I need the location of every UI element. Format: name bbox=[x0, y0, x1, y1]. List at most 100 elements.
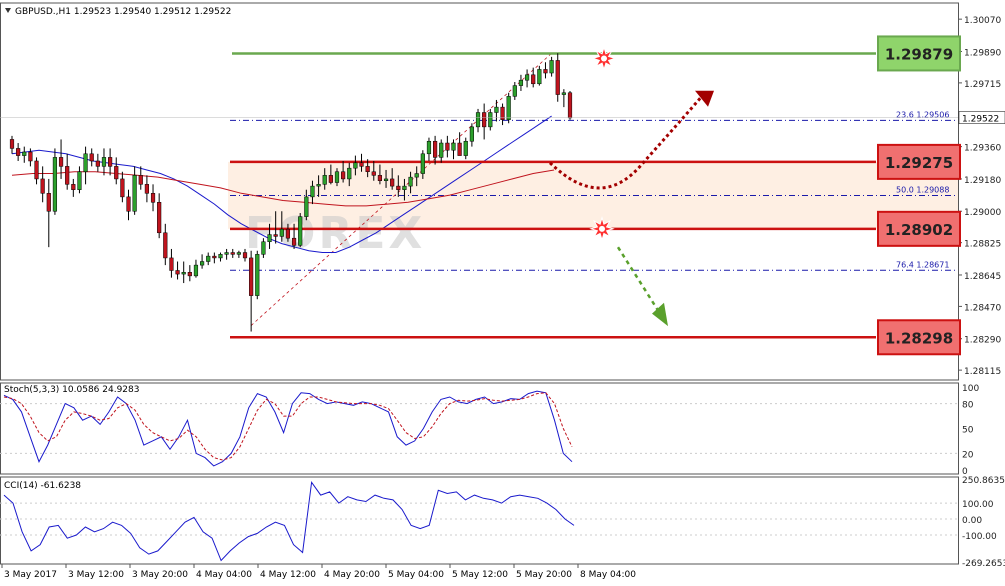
key-level-label: 1.28298 bbox=[885, 329, 953, 347]
stoch-title: Stoch(5,3,3) 10.0586 24.9283 bbox=[4, 385, 139, 395]
candle-body bbox=[199, 261, 205, 266]
cci-y-tick-label: 250.8635 bbox=[962, 476, 1005, 486]
x-tick-label: 4 May 20:00 bbox=[324, 570, 380, 580]
fib-level-label: 76.4 1.28671 bbox=[896, 260, 949, 269]
candle-body bbox=[249, 257, 254, 296]
candle-body bbox=[236, 252, 241, 255]
candle-body bbox=[181, 272, 186, 275]
candle-body bbox=[353, 162, 358, 169]
candle-body bbox=[494, 106, 499, 113]
candle-body bbox=[242, 252, 248, 259]
candle-body bbox=[365, 166, 370, 173]
resistance-hit-burst-core bbox=[601, 55, 607, 62]
x-tick-label: 3 May 20:00 bbox=[132, 570, 188, 580]
y-tick-label: 1.28115 bbox=[964, 367, 1001, 377]
candle-body bbox=[500, 106, 505, 120]
candle-body bbox=[279, 228, 284, 237]
candle-body bbox=[71, 184, 76, 190]
x-tick-label: 8 May 04:00 bbox=[580, 570, 636, 580]
candle-body bbox=[561, 92, 566, 95]
candle-body bbox=[138, 175, 143, 185]
candle-body bbox=[206, 255, 211, 262]
candle-body bbox=[212, 255, 217, 259]
candle-body bbox=[108, 157, 113, 167]
y-tick-label: 1.29715 bbox=[964, 80, 1001, 90]
candle-body bbox=[347, 167, 352, 180]
candle-body bbox=[9, 139, 15, 149]
candle-body bbox=[304, 196, 309, 217]
watermark-text: FOREX bbox=[245, 208, 425, 259]
cci-y-tick-label: -100.00 bbox=[962, 532, 997, 542]
candle-body bbox=[439, 142, 444, 158]
candle-body bbox=[402, 185, 407, 190]
candle-body bbox=[89, 153, 94, 162]
candle-body bbox=[120, 178, 125, 198]
candle-body bbox=[144, 184, 149, 194]
candle-body bbox=[445, 142, 450, 151]
candle-body bbox=[433, 140, 438, 158]
candle-body bbox=[420, 153, 425, 174]
candle-body bbox=[65, 166, 70, 185]
stoch-y-tick-label: 100 bbox=[962, 384, 979, 394]
candle-body bbox=[390, 178, 395, 187]
candle-body bbox=[475, 112, 481, 128]
current-price-label: 1.29522 bbox=[962, 115, 999, 125]
support-hit-burst-core bbox=[599, 225, 605, 232]
y-tick-label: 1.28825 bbox=[964, 240, 1001, 250]
candle-body bbox=[298, 216, 303, 246]
x-tick-label: 3 May 12:00 bbox=[68, 570, 124, 580]
y-tick-label: 1.28645 bbox=[964, 272, 1001, 282]
candle-body bbox=[261, 241, 266, 255]
candle-body bbox=[341, 171, 346, 180]
candle-body bbox=[316, 184, 321, 187]
y-tick-label: 1.29360 bbox=[964, 144, 1001, 154]
forex-chart: FOREX1.300701.298901.297151.295351.29360… bbox=[0, 2, 1005, 580]
candle-body bbox=[77, 171, 82, 190]
cci-y-tick-label: -269.2653 bbox=[962, 559, 1005, 569]
candle-body bbox=[463, 140, 468, 156]
candle-body bbox=[531, 74, 536, 85]
chart-title: GBPUSD.,H1 1.29523 1.29540 1.29512 1.295… bbox=[15, 7, 231, 17]
y-tick-label: 1.28470 bbox=[964, 303, 1001, 313]
key-level-label: 1.29275 bbox=[885, 154, 953, 172]
candle-body bbox=[52, 157, 58, 212]
y-tick-label: 1.29180 bbox=[964, 176, 1001, 186]
x-tick-label: 5 May 20:00 bbox=[516, 570, 572, 580]
candle-body bbox=[175, 270, 180, 275]
x-tick-label: 3 May 2017 bbox=[4, 570, 57, 580]
key-level-label: 1.28902 bbox=[885, 221, 953, 239]
candle-body bbox=[488, 112, 493, 128]
cci-title: CCI(14) -61.6238 bbox=[4, 481, 81, 491]
candle-body bbox=[187, 272, 192, 277]
candle-body bbox=[396, 185, 401, 190]
candle-body bbox=[451, 142, 456, 151]
candle-body bbox=[408, 176, 413, 187]
candle-body bbox=[567, 92, 573, 119]
candle-body bbox=[383, 178, 389, 181]
y-tick-label: 1.30070 bbox=[964, 16, 1001, 26]
candle-body bbox=[101, 157, 107, 167]
candle-body bbox=[549, 60, 554, 74]
candle-body bbox=[426, 140, 432, 155]
candle-body bbox=[414, 173, 419, 178]
candle-body bbox=[469, 126, 474, 142]
y-tick-label: 1.28290 bbox=[964, 336, 1001, 346]
stoch-y-tick-label: 20 bbox=[962, 450, 974, 460]
candle-body bbox=[524, 74, 530, 81]
y-tick-label: 1.29000 bbox=[964, 208, 1001, 218]
candle-body bbox=[46, 193, 51, 212]
key-level-label: 1.29879 bbox=[885, 45, 953, 63]
candle-body bbox=[255, 254, 260, 296]
candle-body bbox=[157, 202, 162, 234]
candle-body bbox=[512, 85, 517, 97]
candle-body bbox=[328, 175, 333, 183]
candle-body bbox=[22, 151, 27, 156]
candle-body bbox=[518, 79, 524, 86]
fib-level-label: 23.6 1.29506 bbox=[896, 110, 949, 119]
candle-body bbox=[34, 160, 39, 180]
y-tick-label: 1.29890 bbox=[964, 48, 1001, 58]
candle-body bbox=[163, 232, 168, 259]
candle-body bbox=[482, 112, 487, 128]
candle-body bbox=[28, 151, 33, 162]
x-tick-label: 4 May 12:00 bbox=[260, 570, 316, 580]
